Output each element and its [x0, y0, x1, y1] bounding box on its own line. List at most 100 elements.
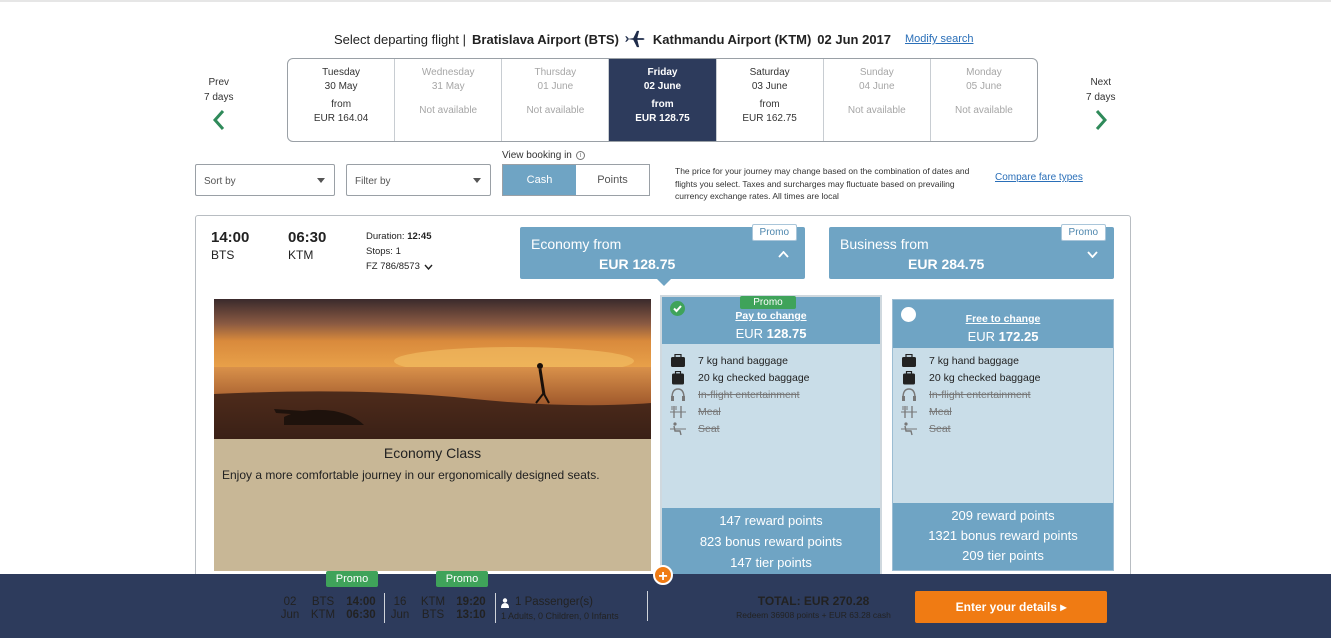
date-price: EUR 128.75: [635, 113, 690, 124]
leg1-to: KTM: [310, 609, 336, 621]
checked-baggage-icon: [672, 371, 684, 385]
prev-label: Prev: [208, 77, 230, 88]
feature-checked-baggage: 20 kg checked baggage: [901, 371, 1041, 385]
date-option-wednesday: Wednesday 31 May Not available: [395, 59, 503, 141]
next-sublabel: 7 days: [1086, 92, 1116, 103]
points-option[interactable]: Points: [576, 165, 649, 195]
tier-points: 209 tier points: [962, 548, 1044, 563]
leg2-from: KTM: [420, 596, 446, 608]
fare-currency: EUR: [735, 326, 764, 341]
economy-promo-tag: Promo: [751, 224, 797, 241]
top-divider: [0, 0, 1331, 2]
chevron-down-icon: [424, 264, 433, 270]
fare-amount: 128.75: [766, 326, 807, 341]
compare-fare-types-link[interactable]: Compare fare types: [995, 172, 1083, 183]
passenger-summary[interactable]: 1 Passenger(s) 1 Adults, 0 Children, 0 I…: [501, 596, 619, 623]
plane-icon: [625, 30, 645, 48]
feature-seat: Seat: [670, 422, 720, 436]
hand-baggage-icon: [671, 354, 685, 367]
date-weekday: Friday: [647, 67, 678, 78]
fare-head: Free to change EUR 172.25: [893, 300, 1113, 348]
headphones-icon: [902, 388, 916, 401]
leg2-to: BTS: [421, 609, 445, 621]
fare-name: Pay to change: [735, 310, 807, 322]
business-price: EUR 284.75: [908, 256, 985, 272]
date-from: from: [651, 99, 674, 110]
passenger-count: 1 Passenger(s): [515, 596, 593, 608]
leg1-airports: BTS KTM: [309, 596, 337, 622]
leg2-month: Jun: [390, 609, 410, 621]
passenger-line: 1 Passenger(s): [501, 596, 619, 609]
person-icon: [501, 597, 509, 608]
business-promo-tag: Promo: [1060, 224, 1106, 241]
feature-text: In-flight entertainment: [698, 389, 800, 401]
modify-search-link[interactable]: Modify search: [905, 33, 973, 45]
divider: [647, 591, 648, 621]
leg1-day: 02: [283, 596, 297, 608]
beach-sunset-image: [214, 299, 651, 439]
date-option-tuesday[interactable]: Tuesday 30 May from EUR 164.04: [288, 59, 396, 141]
flight-meta: Duration: 12:45 Stops: 1 FZ 786/8573: [366, 229, 433, 274]
passenger-detail: 1 Adults, 0 Children, 0 Infants: [501, 611, 619, 621]
page-header: Select departing flight | Bratislava Air…: [334, 30, 974, 48]
hand-baggage-icon: [902, 354, 916, 367]
date-status: Not available: [419, 105, 478, 116]
leg1-dep: 14:00: [346, 596, 376, 608]
next-7-days-button[interactable]: Next 7 days: [1086, 75, 1115, 131]
date-weekday: Wednesday: [421, 67, 475, 78]
filter-by-dropdown[interactable]: Filter by: [346, 164, 491, 196]
leg2-times: 19:20 13:10: [453, 596, 489, 622]
info-icon[interactable]: i: [575, 151, 585, 160]
date-status: Not available: [526, 105, 585, 116]
sort-by-dropdown[interactable]: Sort by: [195, 164, 335, 196]
fare-option-free-to-change[interactable]: Free to change EUR 172.25 7 kg hand bagg…: [892, 299, 1114, 571]
redeem-points: Redeem 36908 points + EUR 63.28 cash: [736, 610, 891, 620]
economy-cabin-button[interactable]: Economy from EUR 128.75 Promo: [520, 224, 805, 279]
date-option-saturday[interactable]: Saturday 03 June from EUR 162.75: [717, 59, 824, 141]
economy-class-card: Economy Class Enjoy a more comfortable j…: [214, 439, 651, 571]
date-option-sunday: Sunday 04 June Not available: [824, 59, 931, 141]
date-option-friday[interactable]: Friday 02 June from EUR 128.75: [609, 59, 717, 141]
feature-text: 20 kg checked baggage: [698, 372, 810, 384]
view-booking-text: View booking in: [502, 150, 572, 161]
feature-hand-baggage: 7 kg hand baggage: [901, 354, 1019, 368]
cash-option[interactable]: Cash: [503, 165, 576, 195]
feature-text: Seat: [929, 423, 951, 435]
header-destination: Kathmandu Airport (KTM): [652, 31, 812, 47]
cash-points-toggle: Cash Points: [502, 164, 650, 196]
enter-details-button[interactable]: Enter your details ▸: [915, 591, 1107, 623]
business-cabin-button[interactable]: Business from EUR 284.75 Promo: [829, 224, 1114, 279]
date-status: Not available: [847, 105, 906, 116]
flight-number-toggle[interactable]: FZ 786/8573: [366, 259, 433, 274]
reward-points: 147 reward points: [719, 513, 823, 528]
economy-price: EUR 128.75: [599, 256, 676, 272]
fare-price: EUR 128.75: [662, 326, 880, 341]
stops: Stops: 1: [366, 246, 401, 257]
date-day: 02 June: [643, 81, 682, 92]
prev-sublabel: 7 days: [204, 92, 234, 103]
leg1-arr: 06:30: [346, 609, 376, 621]
date-status: Not available: [955, 105, 1013, 116]
chevron-down-icon: [1087, 251, 1098, 258]
fare-option-pay-to-change[interactable]: Pay to change EUR 128.75 Promo 7 kg hand…: [660, 295, 882, 574]
date-weekday: Saturday: [749, 67, 790, 78]
chevron-down-icon: [317, 178, 325, 183]
chevron-up-icon: [778, 251, 789, 258]
leg2-day: 16: [393, 596, 407, 608]
leg1-from: BTS: [311, 596, 335, 608]
meal-icon: [670, 406, 686, 418]
fare-rewards: 209 reward points 1321 bonus reward poin…: [893, 503, 1113, 570]
departure-time: 14:00: [211, 229, 250, 246]
total-price: TOTAL: EUR 270.28: [757, 594, 870, 608]
date-from: from: [759, 99, 780, 110]
prev-7-days-button[interactable]: Prev 7 days: [204, 75, 233, 131]
feature-text: In-flight entertainment: [929, 389, 1031, 401]
view-booking-label: View booking in i: [502, 150, 585, 161]
feature-text: Meal: [929, 406, 952, 418]
meal-icon: [901, 406, 917, 418]
sort-by-label: Sort by: [204, 176, 236, 187]
arrival-code: KTM: [288, 248, 314, 262]
price-disclaimer: The price for your journey may change ba…: [675, 166, 970, 201]
add-flight-button[interactable]: +: [653, 565, 673, 585]
arrival-time: 06:30: [288, 229, 327, 246]
